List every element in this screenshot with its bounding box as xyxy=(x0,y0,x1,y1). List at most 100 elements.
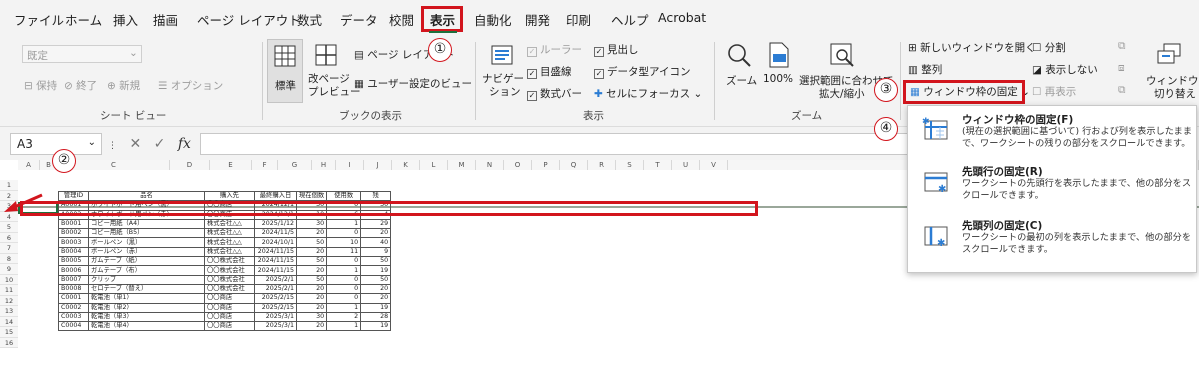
column-header[interactable]: F xyxy=(252,160,278,170)
row-header[interactable]: 13 xyxy=(0,306,18,317)
column-header[interactable]: P xyxy=(532,160,560,170)
column-header[interactable]: T xyxy=(644,160,672,170)
cell-vendor[interactable]: 〇〇株式会社 xyxy=(204,265,255,276)
cell-current[interactable]: 30 xyxy=(295,311,328,323)
menu-review[interactable]: 校閲 xyxy=(389,10,414,29)
cell-remaining[interactable]: 19 xyxy=(360,265,392,276)
formula-bar-checkbox[interactable]: ✓ 数式バー xyxy=(527,86,582,101)
cell-current[interactable]: 50 xyxy=(295,274,328,285)
cell-name[interactable]: 乾電池（単4） xyxy=(88,321,205,332)
sheet-view-options[interactable]: ☰ オプション xyxy=(158,78,223,93)
reset-window-icon[interactable]: ⧉ xyxy=(1118,84,1126,97)
row-header[interactable]: 6 xyxy=(0,232,18,243)
cell-vendor[interactable]: 株式会社△△ xyxy=(204,246,255,258)
navigation-button[interactable]: ナビゲー ション xyxy=(482,39,524,103)
cell-name[interactable]: 乾電池（単1） xyxy=(88,293,205,304)
cell-vendor[interactable]: 〇〇株式会社 xyxy=(204,256,255,267)
cell-date[interactable]: 2024/11/5 xyxy=(254,228,297,239)
cell-date[interactable]: 2024/10/1 xyxy=(254,237,297,248)
cell-remaining[interactable]: 28 xyxy=(360,311,392,323)
sheet-view-keep[interactable]: ⊟ 保持 xyxy=(24,78,57,93)
menu-developer[interactable]: 開発 xyxy=(525,10,550,29)
menu-help[interactable]: ヘルプ xyxy=(611,10,649,29)
menu-item-freeze-panes[interactable]: ✱ ウィンドウ枠の固定(F) (現在の選択範囲に基づいて) 行および列を表示した… xyxy=(916,110,1194,156)
normal-view-button[interactable]: 標準 xyxy=(267,39,303,103)
cell-date[interactable]: 2025/3/1 xyxy=(254,311,297,323)
menu-file[interactable]: ファイル xyxy=(14,10,64,29)
header-vendor[interactable]: 購入先 xyxy=(204,190,255,202)
cell-remaining[interactable]: 50 xyxy=(360,274,392,285)
data-type-icons-checkbox[interactable]: ✓ データ型アイコン xyxy=(594,64,690,79)
cell-remaining[interactable]: 29 xyxy=(360,218,392,230)
switch-windows-button[interactable]: ウィンドウの 切り替え xyxy=(1146,39,1199,103)
cell-vendor[interactable]: 〇〇商店 xyxy=(204,293,255,304)
column-header[interactable]: J xyxy=(364,160,392,170)
sheet-view-exit[interactable]: ⊘ 終了 xyxy=(64,78,97,93)
cell-used[interactable]: 0 xyxy=(326,293,362,304)
menu-print[interactable]: 印刷 xyxy=(566,10,591,29)
cell-remaining[interactable]: 9 xyxy=(360,246,392,258)
cell-name[interactable]: コピー用紙（B5） xyxy=(88,228,205,239)
menu-home[interactable]: ホーム xyxy=(65,10,102,29)
zoom-100-button[interactable]: 100% xyxy=(760,39,796,103)
cell-used[interactable]: 0 xyxy=(326,283,362,295)
cell-used[interactable]: 0 xyxy=(326,256,362,267)
cell-used[interactable]: 1 xyxy=(326,218,362,230)
gridlines-checkbox[interactable]: ✓ 目盛線 xyxy=(527,64,572,79)
column-header[interactable]: S xyxy=(616,160,644,170)
cell-name[interactable]: セロテープ（替え） xyxy=(88,283,205,295)
row-header[interactable]: 12 xyxy=(0,295,18,306)
menu-draw[interactable]: 描画 xyxy=(153,10,178,29)
column-header[interactable]: M xyxy=(448,160,476,170)
enter-icon[interactable]: ✓ xyxy=(154,136,166,152)
column-header[interactable]: D xyxy=(170,160,210,170)
cell-id[interactable]: C0002 xyxy=(58,302,89,313)
column-header[interactable]: Q xyxy=(560,160,588,170)
cell-current[interactable]: 20 xyxy=(295,228,328,239)
page-break-preview-button[interactable]: 改ページ プレビュー xyxy=(308,39,361,103)
column-header[interactable]: U xyxy=(672,160,700,170)
column-header[interactable]: K xyxy=(392,160,420,170)
row-header[interactable]: 11 xyxy=(0,285,18,296)
menu-data[interactable]: データ xyxy=(340,10,378,29)
cell-vendor[interactable]: 〇〇商店 xyxy=(204,311,255,323)
zoom-to-selection-button[interactable]: 選択範囲に合わせて 拡大/縮小 xyxy=(799,39,894,103)
cell-id[interactable]: B0001 xyxy=(58,218,89,230)
split-button[interactable]: ☐ 分割 xyxy=(1032,40,1066,55)
cell-current[interactable]: 20 xyxy=(295,283,328,295)
menu-acrobat[interactable]: Acrobat xyxy=(658,10,706,25)
cell-date[interactable]: 2025/2/15 xyxy=(254,302,297,313)
column-header[interactable]: L xyxy=(420,160,448,170)
row-header[interactable]: 7 xyxy=(0,243,18,254)
header-date[interactable]: 最終購入日 xyxy=(254,190,297,202)
cell-name[interactable]: 乾電池（単3） xyxy=(88,311,205,323)
cell-name[interactable]: ガムテープ（紙） xyxy=(88,256,205,267)
cell-date[interactable]: 2025/2/15 xyxy=(254,293,297,304)
row-header[interactable]: 5 xyxy=(0,222,18,233)
cell-id[interactable]: C0004 xyxy=(58,321,89,332)
cell-date[interactable]: 2025/1/12 xyxy=(254,218,297,230)
cell-name[interactable]: 乾電池（単2） xyxy=(88,302,205,313)
cell-remaining[interactable]: 19 xyxy=(360,321,392,332)
cell-id[interactable]: B0004 xyxy=(58,246,89,258)
cell-remaining[interactable]: 19 xyxy=(360,302,392,313)
column-header[interactable]: H xyxy=(312,160,336,170)
cell-name[interactable]: コピー用紙（A4） xyxy=(88,218,205,230)
column-header[interactable]: R xyxy=(588,160,616,170)
cell-remaining[interactable]: 20 xyxy=(360,228,392,239)
cell-current[interactable]: 20 xyxy=(295,265,328,276)
column-header[interactable]: I xyxy=(336,160,364,170)
cell-id[interactable]: C0001 xyxy=(58,293,89,304)
cell-vendor[interactable]: 〇〇株式会社 xyxy=(204,274,255,285)
header-id[interactable]: 管理ID xyxy=(58,190,89,202)
cell-used[interactable]: 1 xyxy=(326,321,362,332)
cell-date[interactable]: 2024/11/15 xyxy=(254,265,297,276)
cell-current[interactable]: 20 xyxy=(295,321,328,332)
cell-vendor[interactable]: 株式会社△△ xyxy=(204,228,255,239)
menu-item-freeze-first-column[interactable]: ✱ 先頭列の固定(C) ワークシートの最初の列を表示したままで、他の部分をスクロ… xyxy=(916,216,1194,266)
cell-used[interactable]: 0 xyxy=(326,228,362,239)
cell-current[interactable]: 20 xyxy=(295,246,328,258)
row-header[interactable]: 14 xyxy=(0,316,18,327)
cell-current[interactable]: 50 xyxy=(295,256,328,267)
cell-used[interactable]: 10 xyxy=(326,237,362,248)
